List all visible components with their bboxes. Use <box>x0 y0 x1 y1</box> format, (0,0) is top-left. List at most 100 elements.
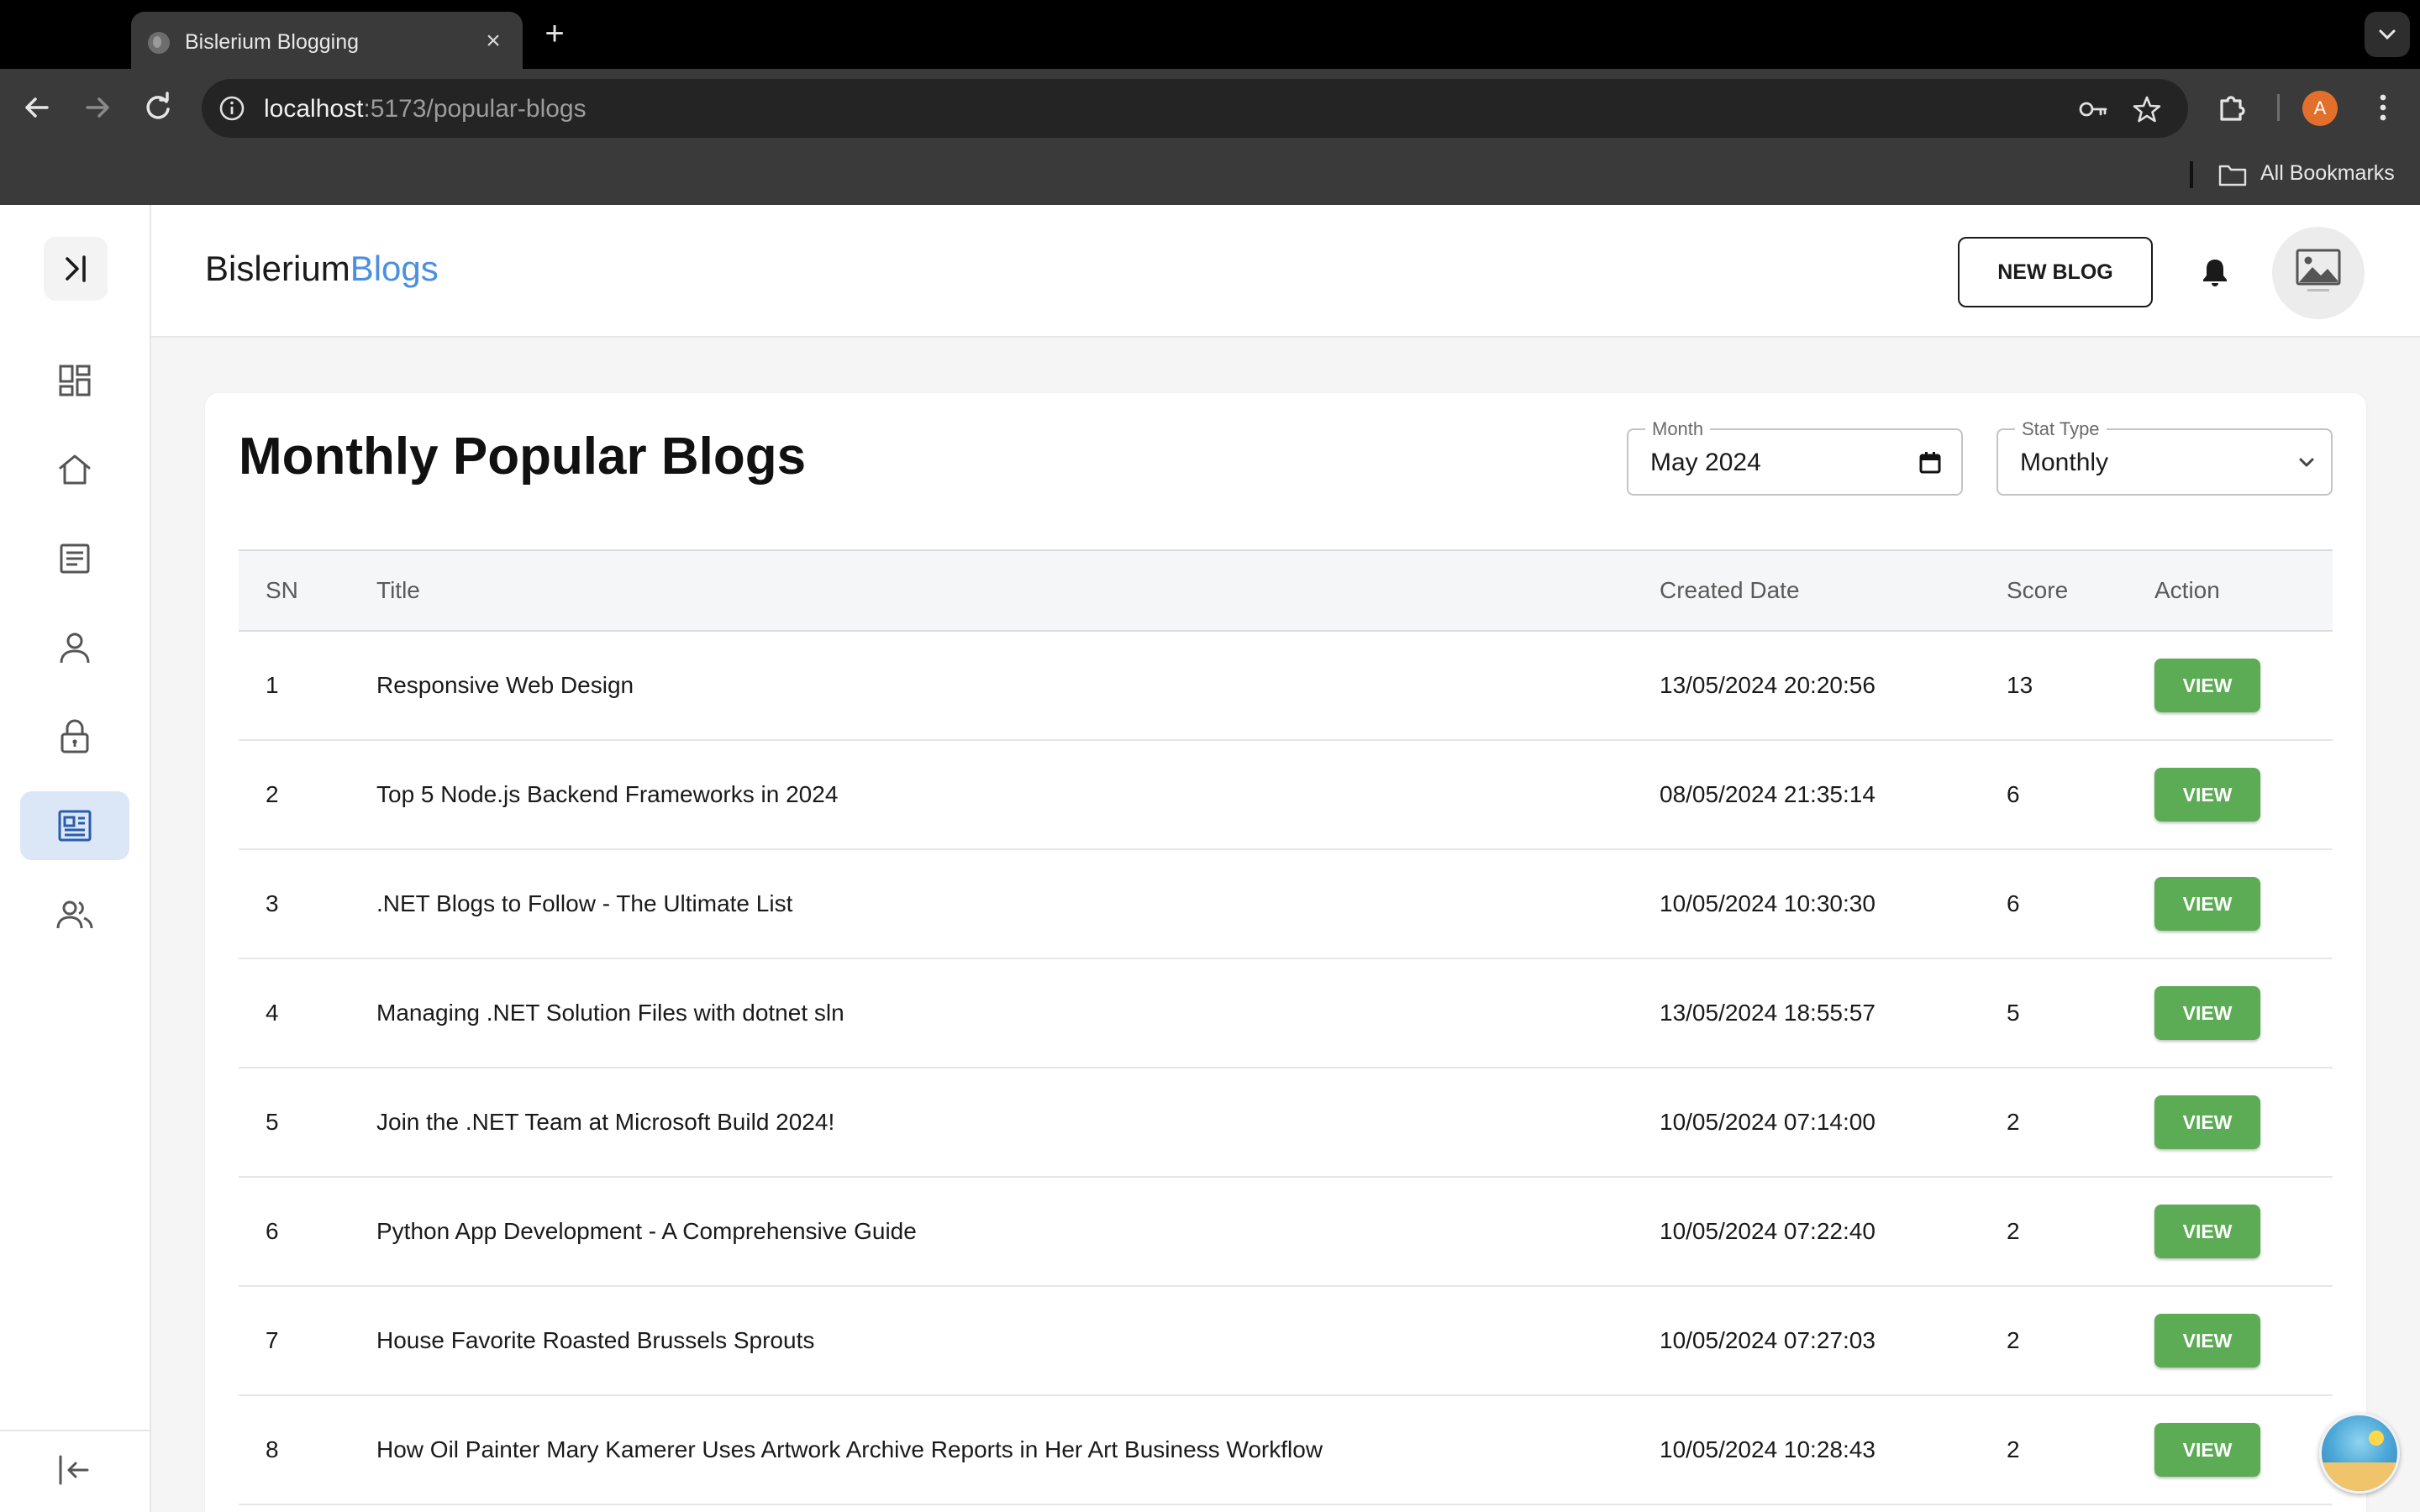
table-row: 7 House Favorite Roasted Brussels Sprout… <box>239 1286 2333 1395</box>
reload-button[interactable] <box>138 87 178 128</box>
sidebar-item-popular-blogs[interactable] <box>20 791 129 860</box>
close-icon[interactable]: × <box>479 27 508 55</box>
brand-accent: Blogs <box>350 249 439 288</box>
folder-icon <box>2218 165 2247 186</box>
cell-action: VIEW <box>2154 740 2333 849</box>
star-icon[interactable] <box>2131 93 2163 125</box>
sun-icon <box>2369 1431 2384 1446</box>
table-row: 3 .NET Blogs to Follow - The Ultimate Li… <box>239 849 2333 958</box>
sidebar-toggle-button[interactable] <box>44 237 108 301</box>
table-row: 4 Managing .NET Solution Files with dotn… <box>239 958 2333 1068</box>
logout-icon[interactable] <box>54 1450 94 1490</box>
cell-title: Python App Development - A Comprehensive… <box>376 1218 917 1244</box>
stat-type-select[interactable]: Stat Type Monthly <box>1996 418 2333 496</box>
cell-score: 5 <box>2007 1000 2020 1026</box>
user-icon <box>60 633 90 664</box>
bookmarks-divider <box>2190 161 2193 188</box>
view-button[interactable]: VIEW <box>2154 1205 2260 1258</box>
user-avatar[interactable] <box>2272 227 2365 319</box>
table-row: 2 Top 5 Node.js Backend Frameworks in 20… <box>239 740 2333 849</box>
cell-score: 2 <box>2007 1109 2020 1135</box>
cell-action: VIEW <box>2154 1177 2333 1286</box>
view-button[interactable]: VIEW <box>2154 1423 2260 1477</box>
cell-score: 2 <box>2007 1218 2020 1244</box>
globe-icon <box>148 32 170 54</box>
info-icon[interactable] <box>217 93 247 123</box>
sidebar-item-users[interactable] <box>20 880 129 949</box>
image-placeholder-icon <box>2296 249 2341 291</box>
sidebar-item-security[interactable] <box>20 702 129 771</box>
brand-logo[interactable]: BisleriumBlogs <box>205 249 439 289</box>
reload-icon <box>146 92 170 119</box>
browser-tab[interactable]: Bislerium Blogging × <box>131 12 523 69</box>
header-score: Score <box>2007 577 2069 603</box>
browser-chrome: Bislerium Blogging × + localhost:5173/po… <box>0 0 2420 205</box>
sidebar-item-home[interactable] <box>20 435 129 504</box>
arrow-left-icon <box>25 97 49 118</box>
forward-button[interactable] <box>77 87 118 128</box>
cell-created-date: 10/05/2024 10:30:30 <box>1660 890 1876 916</box>
cell-score: 2 <box>2007 1436 2020 1462</box>
view-button[interactable]: VIEW <box>2154 659 2260 712</box>
sidebar-item-profile[interactable] <box>20 613 129 682</box>
sidebar-item-dashboard[interactable] <box>20 346 129 415</box>
cell-sn: 3 <box>266 890 279 916</box>
header-created-date: Created Date <box>1660 577 1800 603</box>
cell-title: Join the .NET Team at Microsoft Build 20… <box>376 1109 835 1135</box>
month-value: May 2024 <box>1650 449 1761 476</box>
bell-icon[interactable] <box>2198 255 2232 289</box>
url-host: localhost <box>264 95 364 123</box>
more-vert-icon[interactable] <box>2363 87 2403 128</box>
dashboard-icon <box>59 365 91 396</box>
cell-action: VIEW <box>2154 958 2333 1068</box>
toolbar-divider <box>2277 94 2280 121</box>
page-title: Monthly Popular Blogs <box>239 428 807 486</box>
chevron-down-icon <box>2299 458 2314 467</box>
chevron-down-icon <box>2379 29 2396 40</box>
bookmarks-bar: All Bookmarks <box>0 144 2420 205</box>
profile-avatar[interactable]: A <box>2302 91 2338 126</box>
arrow-right-icon <box>86 97 109 118</box>
cell-action: VIEW <box>2154 849 2333 958</box>
cell-sn: 6 <box>266 1218 279 1244</box>
table-row: 1 Responsive Web Design 13/05/2024 20:20… <box>239 631 2333 740</box>
cell-title: Managing .NET Solution Files with dotnet… <box>376 1000 844 1026</box>
floating-assistant-button[interactable] <box>2319 1413 2400 1494</box>
tab-strip: Bislerium Blogging × + <box>0 0 2420 69</box>
popular-blogs-card: Monthly Popular Blogs Month May 2024 Sta… <box>205 393 2366 1512</box>
calendar-icon[interactable] <box>1918 450 1943 475</box>
cell-action: VIEW <box>2154 1286 2333 1395</box>
popular-blogs-table: SN Title Created Date Score Action 1 Res… <box>239 549 2333 1505</box>
new-tab-button[interactable]: + <box>538 17 571 50</box>
sidebar-divider <box>0 1430 150 1431</box>
extensions-icon[interactable] <box>2212 87 2252 128</box>
url-text[interactable]: localhost:5173/popular-blogs <box>264 95 587 123</box>
view-button[interactable]: VIEW <box>2154 768 2260 822</box>
view-button[interactable]: VIEW <box>2154 1314 2260 1368</box>
cell-title: Responsive Web Design <box>376 672 634 698</box>
header-title: Title <box>376 577 420 603</box>
stat-type-value: Monthly <box>2020 449 2109 476</box>
view-button[interactable]: VIEW <box>2154 1095 2260 1149</box>
month-picker[interactable]: Month May 2024 <box>1627 418 1963 496</box>
cell-title: .NET Blogs to Follow - The Ultimate List <box>376 890 793 916</box>
cell-created-date: 10/05/2024 10:28:43 <box>1660 1436 1876 1462</box>
cell-action: VIEW <box>2154 631 2333 740</box>
sidebar-item-articles[interactable] <box>20 524 129 593</box>
cell-action: VIEW <box>2154 1395 2333 1504</box>
view-button[interactable]: VIEW <box>2154 877 2260 931</box>
all-bookmarks-link[interactable]: All Bookmarks <box>2260 161 2395 186</box>
cell-title: House Favorite Roasted Brussels Sprouts <box>376 1327 815 1353</box>
key-icon[interactable] <box>2077 93 2109 125</box>
sidebar <box>0 205 151 1512</box>
brand-prefix: Bislerium <box>205 249 350 288</box>
table-header-row: SN Title Created Date Score Action <box>239 550 2333 631</box>
tab-search-button[interactable] <box>2365 12 2410 57</box>
cell-sn: 7 <box>266 1327 279 1353</box>
address-bar[interactable]: localhost:5173/popular-blogs <box>202 79 2188 138</box>
app-header: BisleriumBlogs NEW BLOG <box>151 205 2420 338</box>
back-button[interactable] <box>17 87 57 128</box>
cell-title: How Oil Painter Mary Kamerer Uses Artwor… <box>376 1436 1323 1462</box>
new-blog-button[interactable]: NEW BLOG <box>1958 237 2153 307</box>
view-button[interactable]: VIEW <box>2154 986 2260 1040</box>
